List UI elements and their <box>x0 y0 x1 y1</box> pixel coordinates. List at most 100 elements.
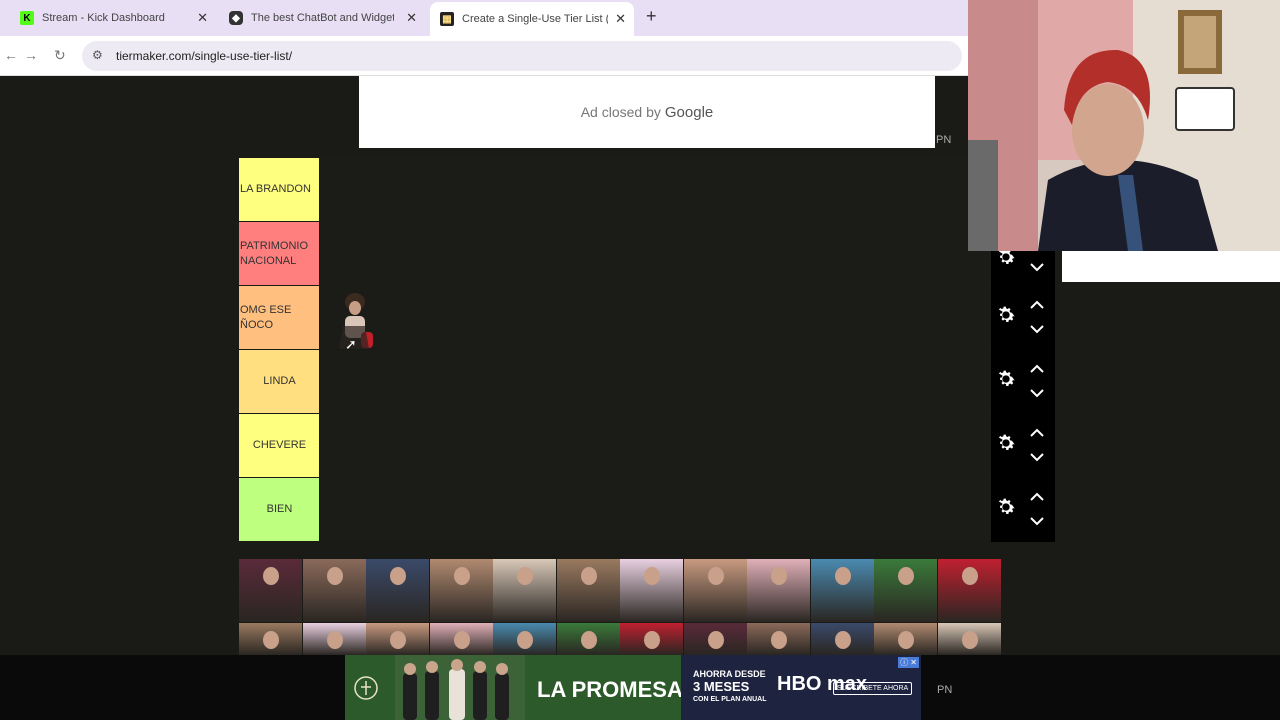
tier-items-dropzone[interactable] <box>319 414 991 477</box>
ad-cast-illustration <box>395 655 525 720</box>
pool-image-figure <box>263 567 279 585</box>
gear-icon[interactable] <box>995 432 1017 454</box>
tier-label[interactable]: OMG ESE ÑOCO <box>239 286 319 349</box>
pool-image[interactable] <box>493 559 556 622</box>
pool-image[interactable] <box>366 623 429 655</box>
webcam-overlay <box>968 0 1280 251</box>
tier-label[interactable]: PATRIMONIO NACIONAL <box>239 222 319 285</box>
move-up-icon[interactable] <box>1029 300 1045 310</box>
ad-closed-banner: Ad closed by Google <box>359 76 935 148</box>
pool-image[interactable] <box>620 623 683 655</box>
ad-pn-label: PN <box>936 134 952 146</box>
url-text: tiermaker.com/single-use-tier-list/ <box>116 49 293 63</box>
tab-kick-dashboard[interactable]: K Stream - Kick Dashboard ✕ <box>20 4 210 32</box>
hbo-ad: AHORRA DESDE 3 MESES CON EL PLAN ANUAL H… <box>681 655 921 720</box>
tier-items-dropzone[interactable]: ➚ <box>319 286 991 352</box>
tier-controls <box>991 414 1055 478</box>
tier-items-dropzone[interactable] <box>319 350 991 413</box>
url-field[interactable]: ⚙ tiermaker.com/single-use-tier-list/ <box>82 41 962 71</box>
tier-label[interactable]: LA BRANDON <box>239 158 319 221</box>
gear-icon[interactable] <box>995 304 1017 326</box>
bottom-ad-banner[interactable]: LA PROMESA AHORRA DESDE 3 MESES CON EL P… <box>345 655 921 720</box>
pool-image[interactable] <box>683 559 747 622</box>
pool-image[interactable] <box>937 623 1001 655</box>
pool-image[interactable] <box>429 623 493 655</box>
gear-icon[interactable] <box>995 368 1017 390</box>
pool-image[interactable] <box>620 559 683 622</box>
pool-image[interactable] <box>366 559 429 622</box>
close-tab-icon[interactable]: ✕ <box>615 11 626 27</box>
tier-items-dropzone[interactable] <box>319 222 991 285</box>
pool-image[interactable] <box>747 623 810 655</box>
pool-image[interactable] <box>810 559 874 622</box>
ad-emblem-icon <box>354 676 378 700</box>
pool-image-figure <box>580 631 597 649</box>
back-icon[interactable]: ← <box>4 47 18 63</box>
pool-image[interactable] <box>874 559 937 622</box>
move-down-icon[interactable] <box>1029 452 1045 462</box>
move-up-icon[interactable] <box>1029 428 1045 438</box>
pool-image[interactable] <box>493 623 556 655</box>
tier-row: CHEVERE <box>239 414 991 477</box>
pool-image[interactable] <box>937 559 1001 622</box>
tier-controls <box>991 350 1055 414</box>
pool-image[interactable] <box>239 559 302 622</box>
tiermaker-icon: ▦ <box>440 12 454 26</box>
ad-title: LA PROMESA <box>537 677 683 702</box>
tier-items-dropzone[interactable] <box>319 158 991 221</box>
pool-image-figure <box>961 567 978 585</box>
pool-image-figure <box>263 631 279 649</box>
pool-image-figure <box>961 631 978 649</box>
tier-row: LINDA <box>239 350 991 413</box>
move-up-icon[interactable] <box>1029 492 1045 502</box>
tier-row: LA BRANDON <box>239 158 991 221</box>
subscribe-button[interactable]: SUSCRÍBETE AHORA <box>833 682 913 695</box>
tab-tiermaker[interactable]: ▦ Create a Single-Use Tier List (Pr ✕ <box>430 2 634 36</box>
pool-image-figure <box>390 631 406 649</box>
pool-image[interactable] <box>302 623 366 655</box>
move-down-icon[interactable] <box>1029 388 1045 398</box>
tier-controls <box>991 286 1055 350</box>
pool-image-figure <box>834 567 851 585</box>
pool-image[interactable] <box>810 623 874 655</box>
pool-image-figure <box>644 567 660 585</box>
pool-image-figure <box>326 567 343 585</box>
ad-closed-text: Ad closed by <box>580 104 661 120</box>
tier-label[interactable]: BIEN <box>239 478 319 541</box>
pool-image[interactable] <box>683 623 747 655</box>
tab-strip: K Stream - Kick Dashboard ✕ ◆ The best C… <box>0 0 968 36</box>
pool-image[interactable] <box>429 559 493 622</box>
pool-image[interactable] <box>239 623 302 655</box>
tab-chatbot[interactable]: ◆ The best ChatBot and Widgets f ✕ <box>229 4 419 32</box>
tier-label[interactable]: CHEVERE <box>239 414 319 477</box>
bottom-ad-bar: LA PROMESA AHORRA DESDE 3 MESES CON EL P… <box>0 655 1280 720</box>
gear-icon[interactable] <box>995 496 1017 518</box>
tier-row: BIEN <box>239 478 991 541</box>
pool-image[interactable] <box>302 559 366 622</box>
move-down-icon[interactable] <box>1029 516 1045 526</box>
close-tab-icon[interactable]: ✕ <box>406 10 417 26</box>
pool-image-figure <box>898 631 914 649</box>
unranked-image-pool[interactable] <box>239 559 1001 655</box>
tier-row: PATRIMONIO NACIONAL <box>239 222 991 285</box>
pool-image[interactable] <box>874 623 937 655</box>
pool-image-figure <box>326 631 343 649</box>
tier-items-dropzone[interactable] <box>319 478 991 541</box>
address-bar: ← → ↻ ⚙ tiermaker.com/single-use-tier-li… <box>0 36 968 76</box>
move-down-icon[interactable] <box>1029 262 1045 272</box>
reload-icon[interactable]: ↻ <box>54 47 66 64</box>
ad-choices-icon[interactable]: ⓘ ✕ <box>898 657 919 668</box>
close-tab-icon[interactable]: ✕ <box>197 10 208 26</box>
pool-image-figure <box>898 567 914 585</box>
pool-image[interactable] <box>747 559 810 622</box>
tier-label[interactable]: LINDA <box>239 350 319 413</box>
site-settings-icon[interactable]: ⚙ <box>92 48 103 62</box>
pool-image[interactable] <box>556 623 620 655</box>
pool-image-figure <box>517 567 533 585</box>
pool-image[interactable] <box>556 559 620 622</box>
pool-image-figure <box>771 631 787 649</box>
new-tab-button[interactable]: + <box>646 6 657 27</box>
move-down-icon[interactable] <box>1029 324 1045 334</box>
forward-icon[interactable]: → <box>24 47 38 63</box>
move-up-icon[interactable] <box>1029 364 1045 374</box>
